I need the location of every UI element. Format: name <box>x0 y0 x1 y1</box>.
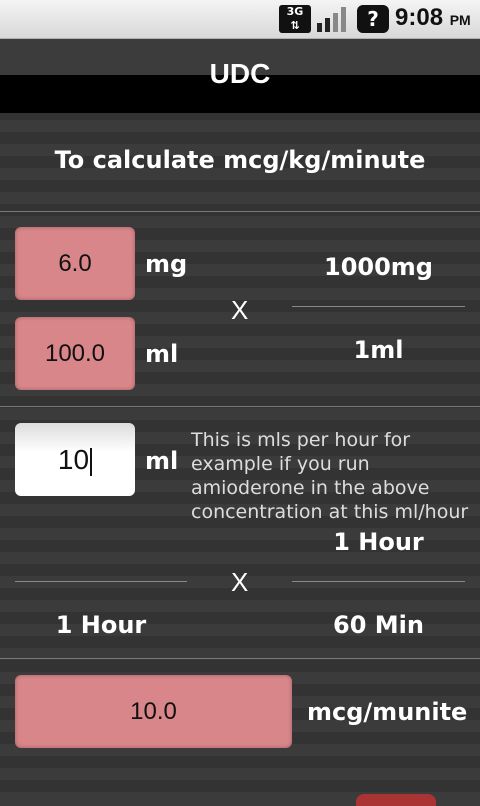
fraction-line <box>292 581 465 582</box>
rate-input[interactable]: 10 <box>15 423 135 496</box>
multiply-sign: X <box>231 567 249 597</box>
drug-unit-label: mg <box>145 250 188 278</box>
result-unit-label: mcg/munite <box>307 698 468 726</box>
time-denominator-right: 60 Min <box>333 611 424 639</box>
conversion-numerator: 1000mg <box>324 253 433 281</box>
result-field[interactable]: 10.0 <box>15 675 292 748</box>
page-subtitle: To calculate mcg/kg/minute <box>54 146 426 174</box>
drug-amount-field[interactable]: 6.0 <box>15 227 135 300</box>
section-divider <box>0 211 480 212</box>
clock-ampm: PM <box>449 12 471 28</box>
text-cursor <box>90 447 93 476</box>
network-3g-icon: 3G ⇅ <box>279 5 311 33</box>
volume-field[interactable]: 100.0 <box>15 317 135 390</box>
time-numerator: 1 Hour <box>333 528 424 556</box>
rate-input-value: 10 <box>57 444 90 475</box>
fraction-line <box>292 306 465 307</box>
section-divider <box>0 406 480 407</box>
clock: 9:08 PM <box>395 4 471 32</box>
status-bar: 3G ⇅ ? 9:08 PM <box>0 0 480 39</box>
partial-button[interactable] <box>356 794 436 806</box>
conversion-denominator: 1ml <box>353 336 404 364</box>
sim-unknown-icon: ? <box>357 5 389 33</box>
time-denominator-left: 1 Hour <box>55 611 147 639</box>
network-type-label: 3G <box>286 5 304 18</box>
volume-unit-label: ml <box>145 340 179 368</box>
multiply-sign: X <box>231 295 249 325</box>
rate-help-text: This is mls per hour for example if you … <box>191 429 469 523</box>
clock-time: 9:08 <box>395 4 444 31</box>
section-divider <box>0 658 480 659</box>
fraction-line <box>15 581 187 582</box>
signal-strength-icon <box>317 7 346 32</box>
rate-unit-label: ml <box>145 447 179 475</box>
app-title: UDC <box>209 58 271 89</box>
